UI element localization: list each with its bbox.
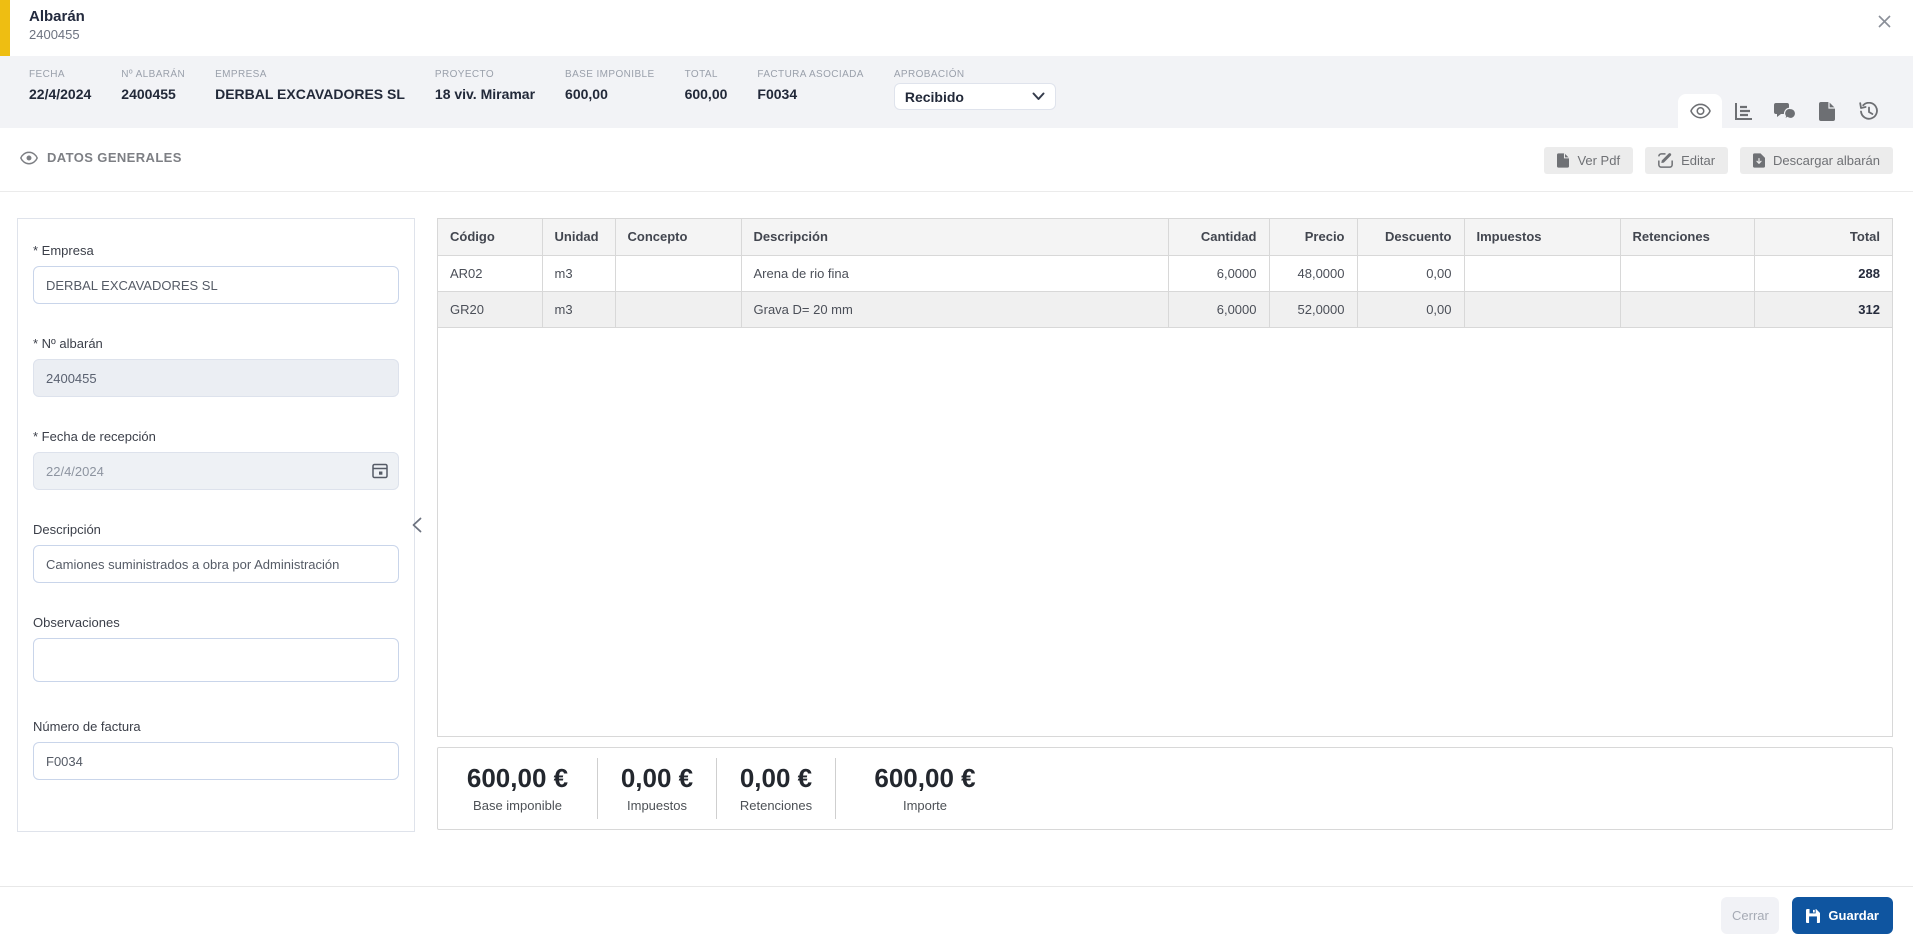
col-descuento[interactable]: Descuento — [1357, 219, 1465, 256]
col-impuestos[interactable]: Impuestos — [1464, 219, 1621, 256]
lines-table-container: Código Unidad Concepto Descripción Canti… — [437, 218, 1893, 737]
tab-history[interactable] — [1848, 94, 1890, 128]
field-fecha-recepcion: * Fecha de recepción — [33, 429, 399, 490]
aprobacion-select[interactable]: Recibido — [893, 83, 1056, 110]
eye-icon — [20, 151, 38, 165]
calendar-icon[interactable] — [372, 462, 388, 479]
col-descripcion[interactable]: Descripción — [741, 219, 1169, 256]
editar-button[interactable]: Editar — [1645, 147, 1729, 174]
info-field-total: TOTAL 600,00 — [684, 69, 728, 102]
collapse-panel-handle[interactable] — [405, 513, 429, 537]
aprobacion-selected-value: Recibido — [904, 88, 964, 105]
col-cantidad[interactable]: Cantidad — [1168, 219, 1270, 256]
ver-pdf-button[interactable]: Ver Pdf — [1544, 147, 1634, 174]
descripcion-label: Descripción — [33, 522, 101, 537]
edit-icon — [1658, 153, 1673, 168]
fecha-recepcion-label: * Fecha de recepción — [33, 429, 156, 444]
field-numero-factura: Número de factura — [33, 719, 399, 780]
view-tabstrip — [1678, 94, 1890, 128]
info-field-base-imponible: BASE IMPONIBLE 600,00 — [565, 69, 655, 102]
observaciones-textarea[interactable] — [33, 638, 399, 682]
chevron-left-icon — [412, 517, 422, 533]
col-codigo[interactable]: Código — [438, 219, 543, 256]
modal-footer: Cerrar Guardar — [0, 886, 1913, 940]
tab-measurements[interactable] — [1722, 94, 1764, 128]
info-field-fecha: FECHA 22/4/2024 — [29, 69, 92, 102]
info-band: FECHA 22/4/2024 Nº ALBARÁN 2400455 EMPRE… — [0, 56, 1913, 128]
bar-chart-icon — [1734, 102, 1753, 121]
page-title: Albarán — [29, 8, 85, 25]
col-concepto[interactable]: Concepto — [615, 219, 742, 256]
tab-comments[interactable] — [1764, 94, 1806, 128]
cerrar-button[interactable]: Cerrar — [1721, 897, 1780, 934]
save-icon — [1806, 908, 1821, 923]
section-header: DATOS GENERALES — [20, 150, 182, 165]
num-albaran-label: * Nº albarán — [33, 336, 103, 351]
num-albaran-input — [33, 359, 399, 397]
section-title: DATOS GENERALES — [47, 150, 182, 165]
info-field-factura-asociada: FACTURA ASOCIADA F0034 — [757, 69, 864, 102]
info-field-proyecto: PROYECTO 18 viv. Miramar — [434, 69, 536, 102]
eye-icon — [1689, 103, 1711, 119]
field-empresa: * Empresa — [33, 243, 399, 304]
info-field-empresa: EMPRESA DERBAL EXCAVADORES SL — [215, 69, 405, 102]
table-row[interactable]: AR02 m3 Arena de rio fina 6,0000 48,0000… — [438, 255, 1892, 292]
info-field-num-albaran: Nº ALBARÁN 2400455 — [121, 69, 186, 102]
col-precio[interactable]: Precio — [1269, 219, 1358, 256]
tab-documents[interactable] — [1806, 94, 1848, 128]
table-header-row: Código Unidad Concepto Descripción Canti… — [438, 219, 1892, 256]
file-icon — [1557, 153, 1570, 168]
toolbar-buttons: Ver Pdf Editar Descargar albarán — [1544, 147, 1893, 174]
empresa-label: * Empresa — [33, 243, 94, 258]
history-icon — [1859, 101, 1879, 121]
col-total[interactable]: Total — [1754, 219, 1892, 256]
numero-factura-label: Número de factura — [33, 719, 141, 734]
lines-table: Código Unidad Concepto Descripción Canti… — [438, 219, 1892, 328]
info-fields: FECHA 22/4/2024 Nº ALBARÁN 2400455 EMPRE… — [29, 56, 1056, 128]
download-file-icon — [1753, 153, 1766, 168]
col-unidad[interactable]: Unidad — [542, 219, 616, 256]
comments-icon — [1774, 102, 1796, 120]
fecha-recepcion-input[interactable] — [33, 452, 399, 490]
tab-view-eye[interactable] — [1678, 94, 1722, 128]
datos-generales-form: * Empresa * Nº albarán * Fecha de recepc… — [17, 218, 422, 832]
total-impuestos: 0,00 € Impuestos — [598, 758, 717, 819]
total-base-imponible: 600,00 € Base imponible — [438, 758, 598, 819]
modal-header: Albarán 2400455 — [0, 0, 1913, 56]
total-retenciones: 0,00 € Retenciones — [717, 758, 836, 819]
totals-summary: 600,00 € Base imponible 0,00 € Impuestos… — [437, 747, 1893, 830]
descripcion-input[interactable] — [33, 545, 399, 583]
albaran-number: 2400455 — [29, 27, 80, 42]
numero-factura-input[interactable] — [33, 742, 399, 780]
section-toolbar: DATOS GENERALES Ver Pdf Editar Descargar… — [0, 128, 1913, 192]
empresa-input[interactable] — [33, 266, 399, 304]
field-num-albaran: * Nº albarán — [33, 336, 399, 397]
albaran-modal: Albarán 2400455 FECHA 22/4/2024 Nº ALBAR… — [0, 0, 1913, 940]
field-observaciones: Observaciones — [33, 615, 399, 687]
total-importe: 600,00 € Importe — [874, 762, 976, 814]
close-icon[interactable] — [1873, 10, 1895, 32]
document-icon — [1819, 101, 1835, 121]
chevron-down-icon — [1032, 92, 1045, 101]
table-row[interactable]: GR20 m3 Grava D= 20 mm 6,0000 52,0000 0,… — [438, 291, 1892, 328]
observaciones-label: Observaciones — [33, 615, 120, 630]
descargar-albaran-button[interactable]: Descargar albarán — [1740, 147, 1893, 174]
info-field-aprobacion: APROBACIÓN Recibido — [893, 69, 1056, 110]
accent-bar — [0, 0, 10, 56]
col-retenciones[interactable]: Retenciones — [1620, 219, 1755, 256]
guardar-button[interactable]: Guardar — [1792, 897, 1893, 934]
field-descripcion: Descripción — [33, 522, 399, 583]
